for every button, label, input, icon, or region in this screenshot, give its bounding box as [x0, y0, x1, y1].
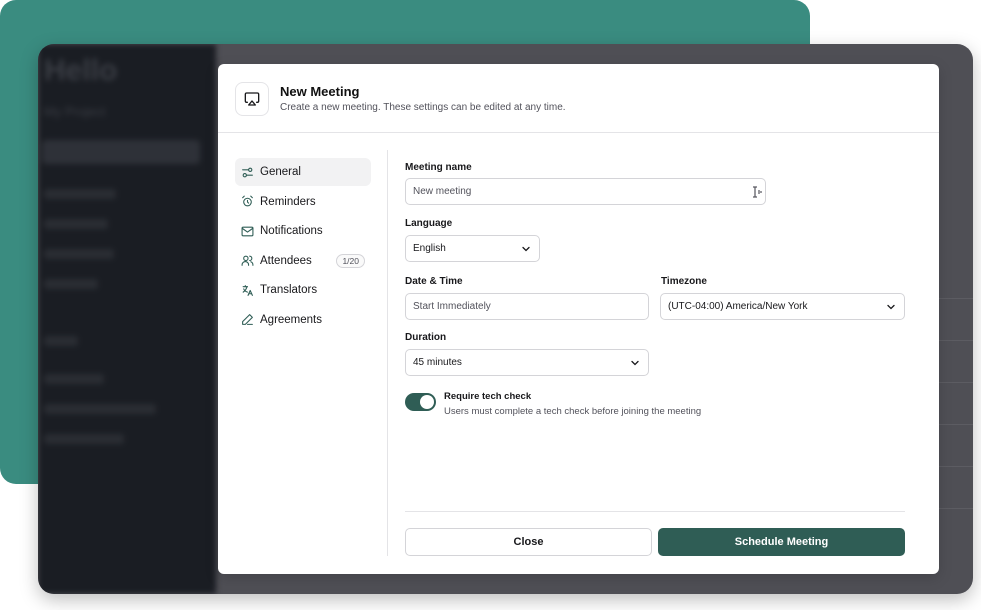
- nav-item-notifications[interactable]: Notifications: [235, 217, 371, 245]
- language-select[interactable]: English: [405, 235, 540, 262]
- nav-item-attendees[interactable]: Attendees 1/20: [235, 247, 371, 275]
- app-sidebar-line: [44, 249, 114, 259]
- app-main-line: [933, 298, 973, 299]
- nav-item-translators[interactable]: Translators: [235, 276, 371, 304]
- tech-check-description: Users must complete a tech check before …: [444, 406, 702, 417]
- app-sidebar-blurred: Hello My Project: [38, 44, 216, 594]
- nav-label: Translators: [260, 284, 318, 297]
- sliders-icon: [241, 166, 254, 179]
- date-time-input[interactable]: Start Immediately: [405, 293, 649, 320]
- app-sidebar-line: [44, 336, 78, 346]
- app-main-line: [933, 424, 973, 425]
- alarm-clock-icon: [241, 195, 254, 208]
- new-meeting-modal: New Meeting Create a new meeting. These …: [218, 64, 939, 574]
- attendees-count-badge: 1/20: [336, 253, 365, 268]
- users-icon: [241, 254, 254, 267]
- nav-item-reminders[interactable]: Reminders: [235, 188, 371, 216]
- text-cursor-icon: [753, 186, 762, 198]
- app-main-line: [933, 508, 973, 509]
- app-sidebar-line: [44, 434, 124, 444]
- chevron-down-icon: [522, 246, 530, 252]
- duration-select[interactable]: 45 minutes: [405, 349, 649, 376]
- app-project: My Project: [44, 104, 106, 119]
- vertical-divider: [387, 150, 388, 556]
- app-sidebar-line: [44, 189, 116, 199]
- chevron-down-icon: [631, 360, 639, 366]
- toggle-knob: [420, 395, 434, 409]
- tech-check-toggle[interactable]: [405, 393, 436, 411]
- nav-label: Notifications: [260, 225, 323, 238]
- meeting-name-input[interactable]: New meeting: [405, 178, 766, 205]
- nav-label: General: [260, 166, 301, 178]
- modal-title: New Meeting: [280, 84, 360, 99]
- timezone-label: Timezone: [661, 276, 707, 287]
- close-button[interactable]: Close: [405, 528, 652, 556]
- meeting-name-label: Meeting name: [405, 162, 472, 173]
- pen-icon: [241, 313, 254, 326]
- language-value: English: [413, 243, 446, 254]
- nav-label: Agreements: [260, 313, 323, 326]
- mail-icon: [241, 225, 254, 238]
- footer-divider: [405, 511, 905, 512]
- app-sidebar-line: [44, 279, 98, 289]
- app-sidebar-line: [44, 404, 156, 414]
- modal-subtitle: Create a new meeting. These settings can…: [280, 102, 566, 113]
- language-label: Language: [405, 218, 453, 229]
- timezone-select[interactable]: (UTC-04:00) America/New York: [660, 293, 905, 320]
- meeting-name-value: New meeting: [413, 186, 472, 197]
- nav-item-agreements[interactable]: Agreements: [235, 306, 371, 334]
- app-brand: Hello: [44, 54, 118, 87]
- app-sidebar-line: [44, 374, 104, 384]
- settings-nav: General Reminders Notifications Attendee…: [235, 158, 371, 336]
- timezone-value: (UTC-04:00) America/New York: [668, 301, 808, 312]
- app-main-line: [933, 340, 973, 341]
- tech-check-title: Require tech check: [444, 391, 532, 402]
- modal-header: New Meeting Create a new meeting. These …: [218, 64, 939, 133]
- app-sidebar-active-item: [42, 140, 200, 164]
- nav-label: Attendees: [260, 254, 312, 267]
- app-main-line: [933, 466, 973, 467]
- chevron-down-icon: [887, 304, 895, 310]
- translate-icon: [241, 284, 254, 297]
- app-main-line: [933, 382, 973, 383]
- date-time-label: Date & Time: [405, 276, 463, 287]
- duration-label: Duration: [405, 332, 447, 343]
- app-sidebar-line: [44, 219, 108, 229]
- schedule-meeting-button[interactable]: Schedule Meeting: [658, 528, 905, 556]
- date-time-placeholder: Start Immediately: [413, 301, 491, 312]
- screen-cast-icon: [235, 82, 269, 116]
- nav-label: Reminders: [260, 195, 316, 208]
- nav-item-general[interactable]: General: [235, 158, 371, 186]
- duration-value: 45 minutes: [413, 357, 462, 368]
